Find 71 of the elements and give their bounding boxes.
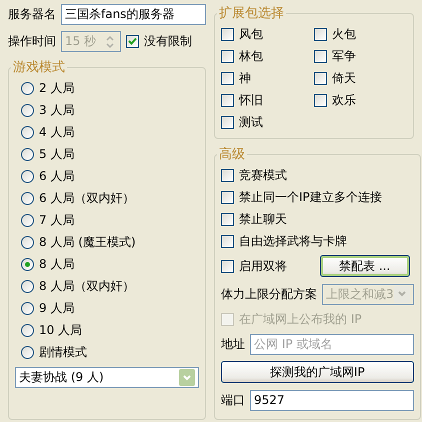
checkbox[interactable] <box>221 260 234 272</box>
radio-button[interactable] <box>21 126 34 138</box>
checkbox-label: 在广域网上公布我的 IP <box>239 310 362 328</box>
radio-label: 8 人局（双内奸） <box>39 278 134 294</box>
checkbox-label: 自由选择武将与卡牌 <box>239 232 347 250</box>
radio-button[interactable] <box>21 82 34 94</box>
checkbox-label: 禁止聊天 <box>239 210 287 228</box>
radio-button[interactable] <box>21 214 34 226</box>
checkbox-label: 火包 <box>332 26 356 42</box>
checkbox[interactable] <box>221 234 234 248</box>
field-label: 体力上限分配方案 <box>221 286 317 302</box>
checkbox[interactable] <box>314 72 327 84</box>
radio-button[interactable] <box>21 148 34 160</box>
checkbox[interactable] <box>221 28 234 40</box>
radio-label: 4 人局 <box>39 124 74 140</box>
checkbox[interactable] <box>314 94 327 106</box>
field-label: 端口 <box>221 392 245 408</box>
radio-button[interactable] <box>21 324 34 336</box>
group-title: 游戏模式 <box>12 59 66 76</box>
scenario-dropdown[interactable]: 夫妻协战 (9 人) <box>15 367 199 388</box>
group-title: 高级 <box>218 146 246 163</box>
radio-label: 8 人局 (魔王模式) <box>39 234 136 250</box>
radio-button[interactable] <box>21 280 34 292</box>
radio-label: 8 人局 <box>39 256 74 272</box>
radio-button[interactable] <box>21 236 34 248</box>
checkbox-label: 倚天 <box>332 70 356 86</box>
checkbox-label: 欢乐 <box>332 92 356 108</box>
checkbox[interactable] <box>221 168 234 182</box>
checkbox-label: 怀旧 <box>239 92 263 108</box>
checkbox-label: 启用双将 <box>239 258 287 274</box>
radio-button[interactable] <box>21 302 34 314</box>
detect-ip-button[interactable]: 探测我的广域网IP <box>221 361 414 383</box>
radio-label: 7 人局 <box>39 212 74 228</box>
radio-label: 2 人局 <box>39 80 74 96</box>
checkbox-label: 神 <box>239 70 251 86</box>
ban-list-button[interactable]: 禁配表 ... <box>320 255 410 277</box>
radio-label: 10 人局 <box>39 322 82 338</box>
radio-label: 5 人局 <box>39 146 74 162</box>
checkbox[interactable] <box>221 50 234 62</box>
radio-button[interactable] <box>21 346 34 358</box>
field-label: 操作时间 <box>8 33 56 50</box>
checkbox-label: 军争 <box>332 48 356 64</box>
group-title: 扩展包选择 <box>218 5 285 22</box>
checkbox[interactable] <box>221 190 234 204</box>
port-field[interactable]: 9527 <box>250 390 414 410</box>
checkbox-label: 没有限制 <box>144 33 192 50</box>
radio-button[interactable] <box>21 104 34 116</box>
checkbox[interactable] <box>221 116 234 128</box>
checkbox[interactable] <box>314 50 327 62</box>
checkbox[interactable] <box>221 212 234 226</box>
checkbox[interactable] <box>221 72 234 84</box>
checkbox[interactable] <box>221 94 234 106</box>
checkbox-label: 测试 <box>239 114 263 130</box>
radio-label: 9 人局 <box>39 300 74 316</box>
server-name-field[interactable]: 三国杀fans的服务器 <box>61 4 206 25</box>
field-label: 服务器名 <box>8 6 56 23</box>
radio-button[interactable] <box>21 170 34 182</box>
radio-label: 剧情模式 <box>39 344 87 360</box>
checkbox-label: 风包 <box>239 26 263 42</box>
radio-label: 6 人局（双内奸） <box>39 190 134 206</box>
radio-label: 3 人局 <box>39 102 74 118</box>
radio-label: 6 人局 <box>39 168 74 184</box>
checkbox-label: 禁止同一个IP建立多个连接 <box>239 188 382 206</box>
checkbox[interactable] <box>314 28 327 40</box>
checkbox-label: 竞赛模式 <box>239 166 287 184</box>
checkbox[interactable] <box>126 35 139 48</box>
radio-button[interactable] <box>21 192 34 204</box>
field-label: 地址 <box>221 336 245 352</box>
checkbox-label: 林包 <box>239 48 263 64</box>
radio-button[interactable] <box>21 258 34 270</box>
address-field[interactable]: 公网 IP 或域名 <box>250 334 414 354</box>
